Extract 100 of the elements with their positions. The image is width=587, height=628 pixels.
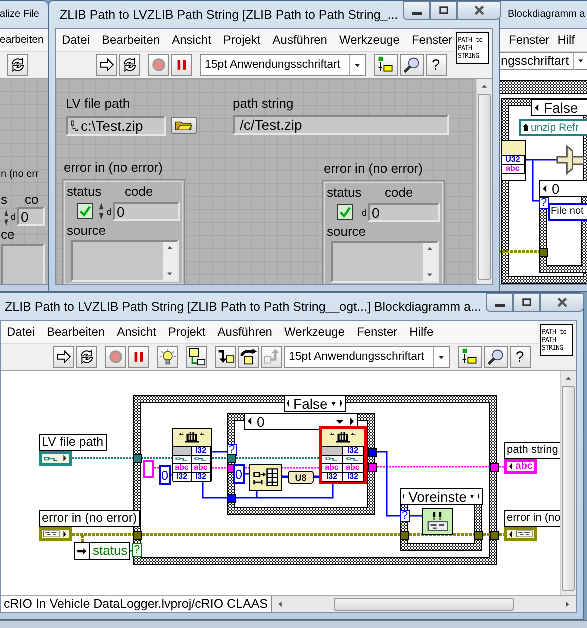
right-arrow-icon [477, 491, 481, 502]
menu-item[interactable]: earbeiten [0, 34, 44, 46]
wire [245, 473, 249, 475]
string-constant [143, 460, 154, 478]
path-control[interactable]: c:\Test.zip [66, 116, 166, 136]
numeric-field[interactable]: 0 [113, 202, 180, 221]
menu-item[interactable]: Fenster [350, 325, 404, 339]
menu-item[interactable]: Werkzeuge [333, 33, 406, 47]
path-icon [175, 456, 189, 463]
menu-item[interactable]: Hilfe [404, 325, 440, 339]
close-button[interactable] [457, 1, 502, 20]
vertical-scrollbar[interactable] [560, 371, 576, 595]
maximize-button[interactable] [430, 1, 458, 20]
run-continuously-button[interactable] [7, 54, 28, 76]
scroll-thumb[interactable] [562, 386, 575, 591]
menu-item[interactable]: Fenster [506, 33, 555, 47]
scroll-thumb[interactable] [334, 598, 514, 610]
abort-button[interactable] [148, 54, 169, 76]
control-label: code [385, 185, 414, 200]
numeric-field[interactable]: 0 [17, 207, 45, 226]
horizontal-scrollbar[interactable] [272, 596, 576, 612]
case-selector[interactable]: False [284, 395, 346, 412]
case-selector[interactable]: 0 [539, 180, 587, 197]
path-icon [70, 120, 79, 132]
align-button[interactable] [458, 346, 482, 368]
retain-wire-values-button[interactable] [186, 346, 207, 368]
case-selector[interactable]: False [531, 99, 587, 116]
case-selector[interactable]: 0 [244, 413, 358, 430]
step-into-button[interactable] [215, 346, 236, 368]
step-over-button[interactable] [238, 346, 259, 368]
arrow-icon [76, 546, 88, 556]
menu-item[interactable]: Ansicht [111, 325, 162, 339]
menu-item[interactable]: Bearbeiten [96, 33, 166, 47]
check-icon [338, 206, 352, 218]
scrollbar[interactable] [423, 243, 437, 281]
control-label: status [327, 185, 362, 200]
abort-button[interactable] [105, 346, 126, 368]
align-button[interactable] [374, 54, 398, 76]
data-type-label: I32 [173, 473, 192, 481]
maximize-icon [520, 296, 533, 308]
pause-button[interactable] [171, 54, 192, 76]
case-selector[interactable]: Voreinste [400, 488, 483, 505]
menu-item[interactable]: Werkzeuge [278, 325, 351, 339]
menu-item[interactable]: Fenster [406, 33, 459, 47]
font-dropdown[interactable]: ngsschriftart [498, 52, 587, 70]
left-arrow-icon [508, 462, 514, 471]
radix-indicator: d [107, 207, 112, 217]
left-arrow-icon [402, 491, 406, 502]
terminal-label: LV file path [39, 434, 107, 451]
minimize-button[interactable] [403, 1, 430, 20]
scrollbar[interactable] [163, 242, 177, 280]
right-arrow-icon [62, 454, 68, 463]
pause-button[interactable] [128, 346, 149, 368]
minimize-icon [494, 304, 505, 307]
source-field[interactable] [1, 244, 45, 284]
highlight-execution-button[interactable] [157, 346, 178, 368]
left-arrow-icon [246, 416, 254, 427]
status-checkbox[interactable] [77, 203, 93, 219]
search-button[interactable] [484, 346, 508, 368]
menu-item[interactable]: Ausführen [212, 325, 278, 339]
left-arrow-icon [508, 530, 514, 538]
path-icon [194, 456, 208, 463]
tunnel [133, 531, 142, 540]
close-button[interactable] [540, 293, 584, 312]
scroll-thumb[interactable] [478, 94, 491, 280]
terminal-label: error in (no error) [39, 510, 140, 527]
menu-item[interactable]: Datei [1, 325, 42, 339]
control-label: s [1, 192, 8, 207]
menu-item[interactable]: Ansicht [166, 33, 218, 47]
menu-item[interactable]: Datei [56, 33, 96, 47]
run-continuously-button[interactable] [119, 54, 140, 76]
browse-button[interactable] [171, 117, 197, 134]
vertical-scrollbar[interactable] [476, 79, 492, 284]
font-dropdown[interactable]: 15pt Anwendungsschriftart [200, 54, 366, 76]
menu-item[interactable]: Ausführen [266, 33, 334, 47]
help-button[interactable]: ? [426, 54, 447, 76]
data-type-label: U32 [502, 156, 525, 165]
window-title: ZLIB Path to LVZLIB Path String [ZLIB Path to Path String__ogt...] Blockdiagramm a... [5, 300, 482, 314]
menu-item[interactable]: Hilf [554, 33, 580, 47]
right-arrow-icon [348, 416, 356, 427]
font-dropdown[interactable]: 15pt Anwendungsschriftart [284, 346, 450, 368]
run-continuously-button[interactable] [76, 346, 97, 368]
data-type-label: abc [516, 461, 533, 472]
maximize-button[interactable] [513, 293, 540, 312]
house-icon [522, 123, 530, 132]
run-button[interactable] [53, 346, 74, 368]
source-field[interactable] [71, 240, 179, 282]
scroll-up-icon [166, 244, 174, 252]
control-label: source [67, 223, 106, 238]
search-button[interactable] [400, 54, 424, 76]
menu-item[interactable]: Projekt [217, 33, 267, 47]
minimize-button[interactable] [486, 293, 514, 312]
menu-item[interactable]: Bearbeiten [41, 325, 112, 339]
arrow-icon [56, 349, 72, 365]
menu-item[interactable]: Projekt [162, 325, 212, 339]
status-checkbox[interactable] [337, 204, 353, 220]
run-button[interactable] [96, 54, 117, 76]
tunnel [539, 248, 548, 257]
array-constant: U8 [288, 471, 314, 484]
help-button[interactable]: ? [510, 346, 531, 368]
